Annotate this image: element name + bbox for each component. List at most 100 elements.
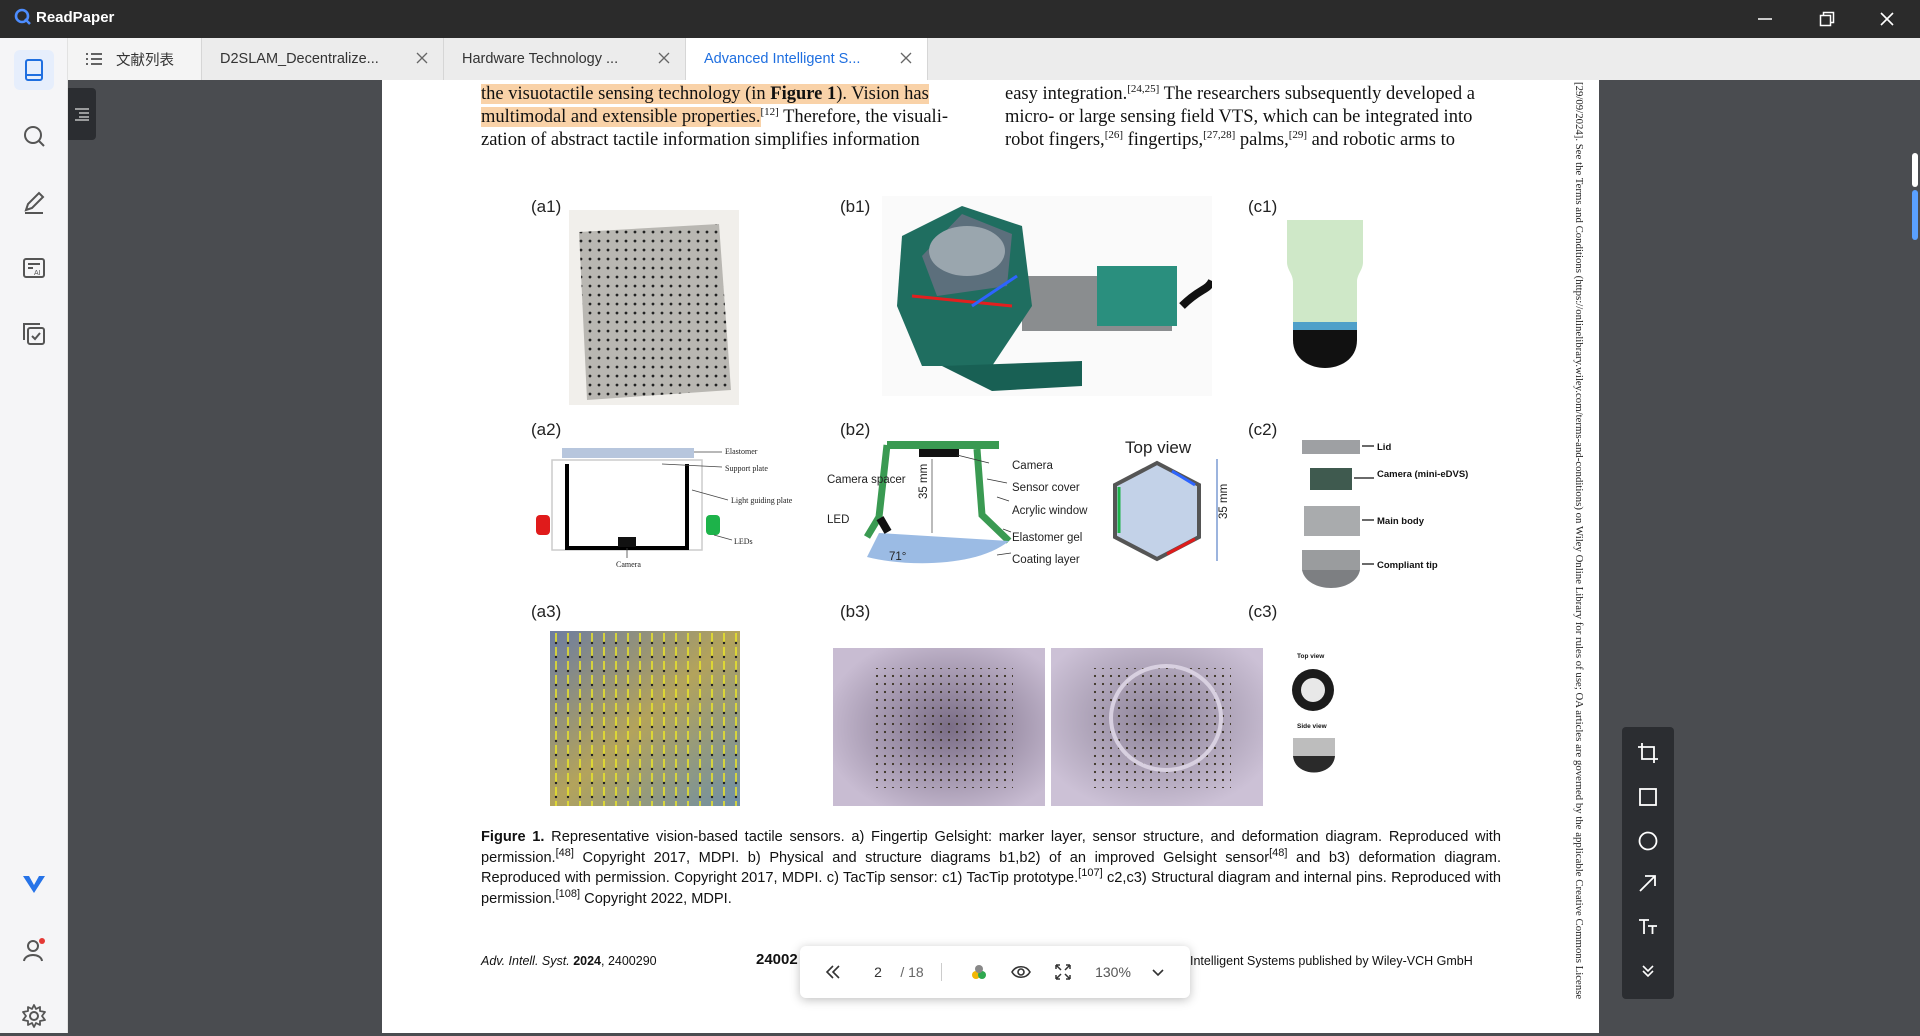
- citation[interactable]: [48]: [556, 847, 574, 859]
- rectangle-icon: [1639, 788, 1657, 806]
- double-chevron-left-icon: [825, 965, 840, 979]
- diagram-label: Support plate: [725, 464, 768, 473]
- citation[interactable]: [12]: [761, 106, 779, 118]
- sidebar-item-search[interactable]: [14, 116, 54, 156]
- tab-label: Hardware Technology ...: [462, 51, 619, 67]
- gear-icon: [22, 1004, 46, 1028]
- crop-icon: [1638, 743, 1658, 763]
- tab-d2slam[interactable]: D2SLAM_Decentralize...: [202, 38, 444, 80]
- read-mode-button[interactable]: [1006, 946, 1036, 998]
- close-tab-icon[interactable]: [415, 51, 429, 65]
- body-text: The researchers subsequently developed a: [1159, 84, 1475, 104]
- citation[interactable]: [24,25]: [1127, 83, 1159, 95]
- minimize-button[interactable]: [1736, 0, 1794, 38]
- panel-label: (a1): [531, 197, 562, 216]
- diagram-label: Top view: [1125, 438, 1192, 457]
- outline-toggle[interactable]: [68, 88, 96, 140]
- diagram-label: Side view: [1297, 723, 1328, 730]
- figure-ref[interactable]: Figure 1: [770, 84, 837, 104]
- annotation-toolbar: [1622, 727, 1674, 999]
- panel-label: (c2): [1248, 420, 1278, 439]
- rectangle-tool-button[interactable]: [1634, 783, 1662, 811]
- crop-tool-button[interactable]: [1634, 739, 1662, 767]
- ai-icon: AI: [23, 258, 45, 278]
- close-tab-icon[interactable]: [657, 51, 671, 65]
- caption-text: Copyright 2017, MDPI. b) Physical and st…: [573, 849, 1270, 866]
- diagram-label: LEDs: [734, 537, 753, 546]
- page-total: / 18: [900, 964, 924, 980]
- marker-layer-photo: [569, 210, 739, 405]
- close-window-button[interactable]: [1858, 0, 1916, 38]
- diagram-label: Main body: [1377, 516, 1425, 527]
- zoom-dropdown[interactable]: [1146, 946, 1170, 998]
- citation[interactable]: [27,28]: [1203, 129, 1235, 141]
- tab-library[interactable]: 文献列表: [68, 38, 202, 80]
- eye-icon: [1011, 965, 1031, 979]
- diagram-label: LED: [827, 514, 849, 526]
- diagram-label: Compliant tip: [1377, 560, 1438, 571]
- body-text: fingertips,: [1123, 130, 1204, 150]
- readpaper-logo-icon: [14, 8, 31, 25]
- gelsight-sensor-photo: [882, 196, 1212, 396]
- diagram-label: Light guiding plate: [731, 496, 793, 505]
- diagram-label: Sensor cover: [1012, 482, 1080, 494]
- sidebar-item-collection[interactable]: [14, 314, 54, 354]
- zoom-level[interactable]: 130%: [1090, 946, 1136, 998]
- page-number: 24002: [756, 951, 798, 968]
- fit-page-button[interactable]: [1048, 946, 1078, 998]
- restore-icon: [1819, 11, 1835, 27]
- body-text: robot fingers,: [1005, 130, 1105, 150]
- text-tool-button[interactable]: [1634, 913, 1662, 941]
- highlighted-text: the visuotactile sensing technology (in: [481, 84, 771, 104]
- diagram-label: Lid: [1377, 442, 1391, 453]
- body-text: micro- or large sensing field VTS, which…: [1005, 107, 1473, 127]
- tab-label: Advanced Intelligent S...: [704, 51, 861, 67]
- left-sidebar: AI: [0, 38, 68, 1033]
- minimize-icon: [1758, 18, 1772, 20]
- left-column-text: the visuotactile sensing technology (in …: [481, 83, 977, 152]
- citation[interactable]: [107]: [1078, 867, 1102, 879]
- restore-button[interactable]: [1798, 0, 1856, 38]
- diagram-label: Elastomer gel: [1012, 532, 1082, 544]
- color-mode-button[interactable]: [964, 946, 994, 998]
- sidebar-item-settings[interactable]: [14, 996, 54, 1036]
- close-icon: [1880, 12, 1894, 26]
- body-text: Therefore, the visuali-: [778, 107, 949, 127]
- double-chevron-down-icon: [1642, 965, 1654, 978]
- side-license-text: [29/09/2024]. See the Terms and Conditio…: [1563, 80, 1585, 1033]
- diagram-label: Camera (mini-eDVS): [1377, 469, 1468, 480]
- close-tab-icon[interactable]: [899, 51, 913, 65]
- figure-caption: Figure 1. Representative vision-based ta…: [481, 827, 1501, 909]
- sidebar-item-ai[interactable]: AI: [14, 248, 54, 288]
- sidebar-item-account[interactable]: [14, 930, 54, 970]
- citation[interactable]: [48]: [1269, 847, 1287, 859]
- arrow-icon: [1639, 875, 1656, 892]
- citation[interactable]: [108]: [556, 888, 580, 900]
- text-size-icon: [1639, 919, 1657, 934]
- gelsight-structure-diagram: Elastomer Support plate Light guiding pl…: [536, 447, 793, 569]
- circle-icon: [1638, 831, 1658, 851]
- pdf-page: the visuotactile sensing technology (in …: [382, 80, 1599, 1033]
- panel-label: (a3): [531, 602, 562, 621]
- collection-icon: [23, 323, 45, 345]
- right-column-text: easy integration.[24,25] The researchers…: [1005, 83, 1507, 152]
- citation[interactable]: [26]: [1105, 129, 1123, 141]
- deformation-image-1: [833, 648, 1045, 806]
- sidebar-item-reader[interactable]: [14, 50, 54, 90]
- tab-hardware[interactable]: Hardware Technology ...: [444, 38, 686, 80]
- citation[interactable]: [29]: [1289, 129, 1307, 141]
- circle-tool-button[interactable]: [1634, 827, 1662, 855]
- prev-page-button[interactable]: [816, 946, 850, 998]
- diagram-label: Camera: [616, 560, 641, 569]
- tab-label: 文献列表: [116, 52, 174, 69]
- arrow-tool-button[interactable]: [1634, 869, 1662, 897]
- scrollbar-position[interactable]: [1912, 190, 1918, 240]
- svg-text:AI: AI: [34, 270, 41, 277]
- scrollbar-thumb[interactable]: [1912, 153, 1918, 187]
- sidebar-item-notes[interactable]: [14, 182, 54, 222]
- page-input[interactable]: 2: [864, 946, 892, 998]
- tab-advanced-intelligent[interactable]: Advanced Intelligent S...: [686, 38, 928, 80]
- sidebar-item-brand[interactable]: [14, 864, 54, 904]
- caption-text: Copyright 2022, MDPI.: [580, 890, 732, 907]
- collapse-tools-button[interactable]: [1634, 957, 1662, 985]
